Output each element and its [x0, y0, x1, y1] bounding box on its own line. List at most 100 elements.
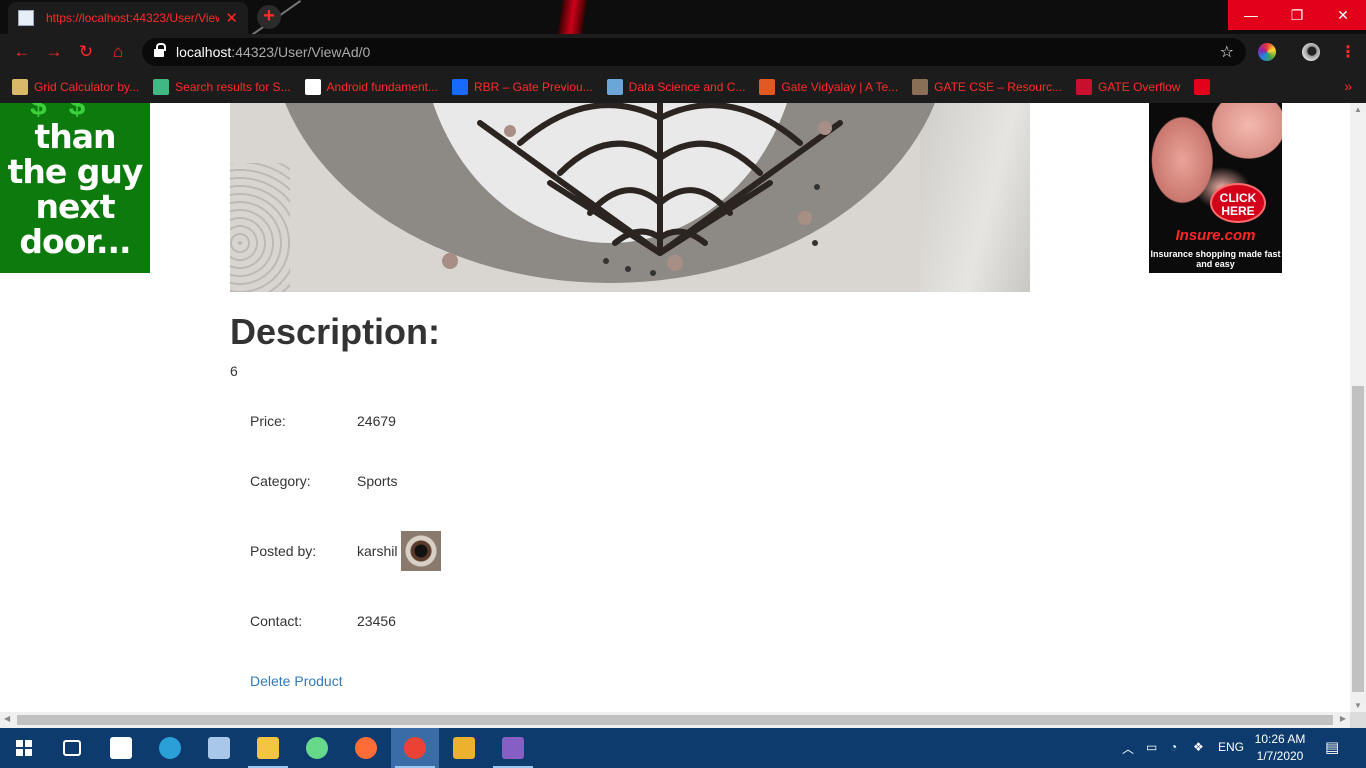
- tab-title: https://localhost:44323/User/ViewAd/0: [46, 11, 219, 25]
- browser-menu-icon[interactable]: ⋮: [1340, 42, 1356, 62]
- bookmark-item[interactable]: Android fundament...: [304, 78, 438, 95]
- bookmark-item[interactable]: RBR – Gate Previou...: [451, 78, 593, 95]
- bookmark-item[interactable]: Search results for S...: [153, 78, 291, 95]
- bookmark-item[interactable]: GATE CSE – Resourc...: [912, 78, 1062, 95]
- edge-icon: [159, 737, 181, 759]
- poster-name: karshil: [357, 543, 398, 559]
- left-ad-text: than the guy next door...: [7, 117, 144, 261]
- gate-overflow-icon: [1075, 78, 1092, 95]
- home-icon[interactable]: ⌂: [106, 41, 130, 63]
- slack-icon: [453, 737, 475, 759]
- taskbar-task-view[interactable]: [48, 728, 96, 768]
- clock-time: 10:26 AM: [1254, 732, 1306, 746]
- taskbar-postman[interactable]: [342, 728, 390, 768]
- price-row: Price: 24679: [250, 401, 396, 441]
- color-extension-icon[interactable]: [1258, 43, 1276, 61]
- scrollbar-corner: [1350, 712, 1366, 728]
- taskbar-virtualbox[interactable]: [195, 728, 243, 768]
- bookmark-item[interactable]: Gate Vidyalay | A Te...: [759, 78, 898, 95]
- bookmark-label: Grid Calculator by...: [34, 79, 140, 94]
- horizontal-scrollbar[interactable]: ◀ ▶: [0, 712, 1350, 728]
- back-icon[interactable]: ←: [10, 41, 34, 63]
- notifications-icon[interactable]: ▤: [1325, 738, 1339, 756]
- scroll-right-icon[interactable]: ▶: [1340, 714, 1346, 723]
- bookmark-item[interactable]: Grid Calculator by...: [12, 78, 140, 95]
- insure-tagline: Insurance shopping made fast and easy: [1150, 249, 1281, 269]
- gate-cse-icon: [912, 78, 929, 95]
- file-explorer-icon: [257, 737, 279, 759]
- bookmark-label: Data Science and C...: [628, 79, 746, 94]
- clock-date: 1/7/2020: [1256, 749, 1304, 763]
- dropbox-icon[interactable]: ❖: [1193, 740, 1204, 754]
- category-label: Category:: [250, 473, 311, 489]
- taskbar-slack[interactable]: [440, 728, 488, 768]
- left-banner-ad[interactable]: $$ than the guy next door...: [0, 103, 150, 273]
- horizontal-scroll-thumb[interactable]: [17, 715, 1333, 725]
- language-indicator[interactable]: ENG: [1218, 740, 1244, 754]
- scroll-down-icon[interactable]: ▼: [1354, 701, 1362, 710]
- browser-chrome: https://localhost:44323/User/ViewAd/0 ✕ …: [0, 0, 1366, 103]
- bookmark-item[interactable]: GATE Overflow: [1075, 78, 1180, 95]
- right-banner-ad[interactable]: CLICK HERE Insure.com Insurance shopping…: [1149, 103, 1282, 273]
- reload-icon[interactable]: ↻: [74, 41, 98, 63]
- taskbar-atom[interactable]: [293, 728, 341, 768]
- vertical-scroll-thumb[interactable]: [1352, 386, 1364, 692]
- postman-icon: [355, 737, 377, 759]
- address-bar[interactable]: localhost:44323/User/ViewAd/0 ☆: [142, 38, 1246, 66]
- behance-icon: [451, 78, 468, 95]
- chrome-icon: [404, 737, 426, 759]
- page-viewport: $$ than the guy next door... CLICK HERE …: [0, 103, 1350, 712]
- github-icon: [304, 78, 321, 95]
- task-view-icon: [63, 740, 81, 756]
- show-hidden-icons-icon[interactable]: ︿: [1122, 740, 1134, 757]
- category-row: Category: Sports: [250, 461, 397, 501]
- taskbar-edge[interactable]: [146, 728, 194, 768]
- vertical-scrollbar[interactable]: ▲ ▼: [1350, 103, 1366, 712]
- lock-icon[interactable]: [154, 42, 166, 58]
- tab-strip: https://localhost:44323/User/ViewAd/0 ✕ …: [0, 0, 1366, 34]
- tab-view-ad[interactable]: https://localhost:44323/User/ViewAd/0 ✕: [8, 2, 248, 34]
- maximize-button[interactable]: ❐: [1274, 0, 1320, 30]
- description-heading: Description:: [230, 311, 441, 352]
- description-value: 6: [230, 363, 238, 379]
- grid-calculator-icon: [12, 78, 28, 95]
- bookmark-item[interactable]: [1194, 78, 1216, 95]
- battery-icon[interactable]: ▭: [1146, 740, 1157, 754]
- taskbar-file-explorer[interactable]: [244, 728, 292, 768]
- taskbar-chrome[interactable]: [391, 728, 439, 768]
- globe-icon: [1194, 78, 1211, 95]
- close-tab-icon[interactable]: ✕: [225, 9, 238, 27]
- forward-icon[interactable]: →: [42, 41, 66, 63]
- bookmarks-bar: Grid Calculator by... Search results for …: [0, 70, 1366, 103]
- gate-vidyalay-icon: [759, 78, 776, 95]
- taskbar-visual-studio[interactable]: [489, 728, 537, 768]
- bookmark-label: Search results for S...: [175, 79, 291, 94]
- taskbar-store[interactable]: [97, 728, 145, 768]
- system-clock[interactable]: 10:26 AM 1/7/2020: [1248, 731, 1312, 765]
- windows-logo-icon: [16, 740, 32, 756]
- bookmark-item[interactable]: Data Science and C...: [606, 78, 746, 95]
- minimize-button[interactable]: —: [1228, 0, 1274, 30]
- delete-product-link[interactable]: Delete Product: [250, 673, 343, 689]
- url-path: :44323/User/ViewAd/0: [231, 44, 371, 60]
- theme-decoration: [555, 0, 589, 34]
- close-window-button[interactable]: ✕: [1320, 0, 1366, 30]
- windows-taskbar: ︿ ▭ ◔ ❖ ENG 10:26 AM 1/7/2020 ▤: [0, 728, 1366, 768]
- bookmark-star-icon[interactable]: ☆: [1220, 42, 1234, 62]
- atom-icon: [306, 737, 328, 759]
- category-value: Sports: [357, 473, 398, 489]
- page-icon: [18, 10, 34, 26]
- wifi-icon[interactable]: ◔: [1170, 740, 1177, 754]
- scroll-left-icon[interactable]: ◀: [4, 714, 10, 723]
- bookmarks-overflow-icon[interactable]: »: [1344, 78, 1352, 94]
- browser-toolbar: ← → ↻ ⌂ localhost:44323/User/ViewAd/0 ☆ …: [0, 34, 1366, 70]
- new-tab-button[interactable]: +: [257, 5, 281, 29]
- scroll-up-icon[interactable]: ▲: [1354, 105, 1362, 114]
- click-here-badge[interactable]: CLICK HERE: [1210, 183, 1266, 223]
- store-icon: [110, 737, 132, 759]
- start-button[interactable]: [0, 728, 48, 768]
- bookmark-label: Android fundament...: [326, 79, 438, 94]
- insure-brand: Insure.com: [1175, 227, 1256, 244]
- data-science-icon: [606, 78, 623, 95]
- profile-avatar[interactable]: [1302, 43, 1320, 61]
